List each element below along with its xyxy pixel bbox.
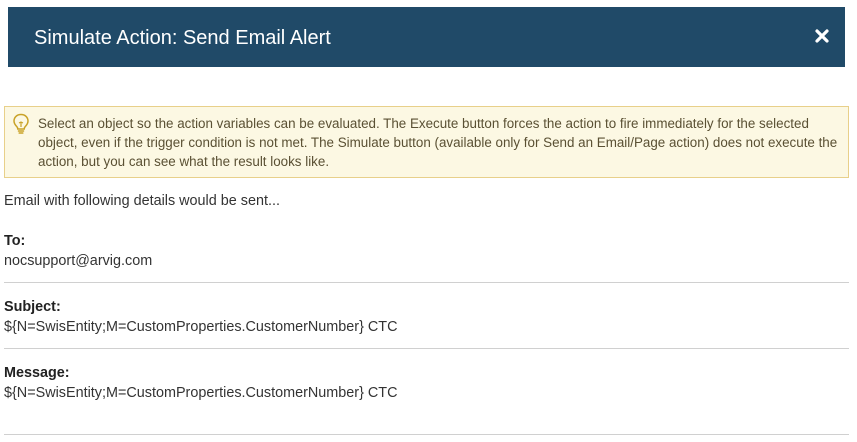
info-text: Select an object so the action variables… <box>38 116 838 169</box>
message-field: Message: ${N=SwisEntity;M=CustomProperti… <box>4 364 849 402</box>
to-value: nocsupport@arvig.com <box>4 253 153 269</box>
divider <box>4 434 849 435</box>
close-icon[interactable] <box>813 27 831 45</box>
info-message: Select an object so the action variables… <box>4 106 849 178</box>
dialog-header: Simulate Action: Send Email Alert <box>8 7 845 67</box>
dialog-title: Simulate Action: Send Email Alert <box>34 27 331 49</box>
message-value: ${N=SwisEntity;M=CustomProperties.Custom… <box>4 385 398 401</box>
simulate-action-dialog: Simulate Action: Send Email Alert Select… <box>0 0 857 442</box>
message-label: Message: <box>4 365 70 381</box>
email-intro-text: Email with following details would be se… <box>4 193 280 209</box>
subject-value: ${N=SwisEntity;M=CustomProperties.Custom… <box>4 319 398 335</box>
subject-label: Subject: <box>4 299 61 315</box>
subject-field: Subject: ${N=SwisEntity;M=CustomProperti… <box>4 298 849 336</box>
lightbulb-icon <box>12 113 30 135</box>
divider <box>4 282 849 283</box>
to-field: To: nocsupport@arvig.com <box>4 232 849 270</box>
divider <box>4 348 849 349</box>
to-label: To: <box>4 233 26 249</box>
